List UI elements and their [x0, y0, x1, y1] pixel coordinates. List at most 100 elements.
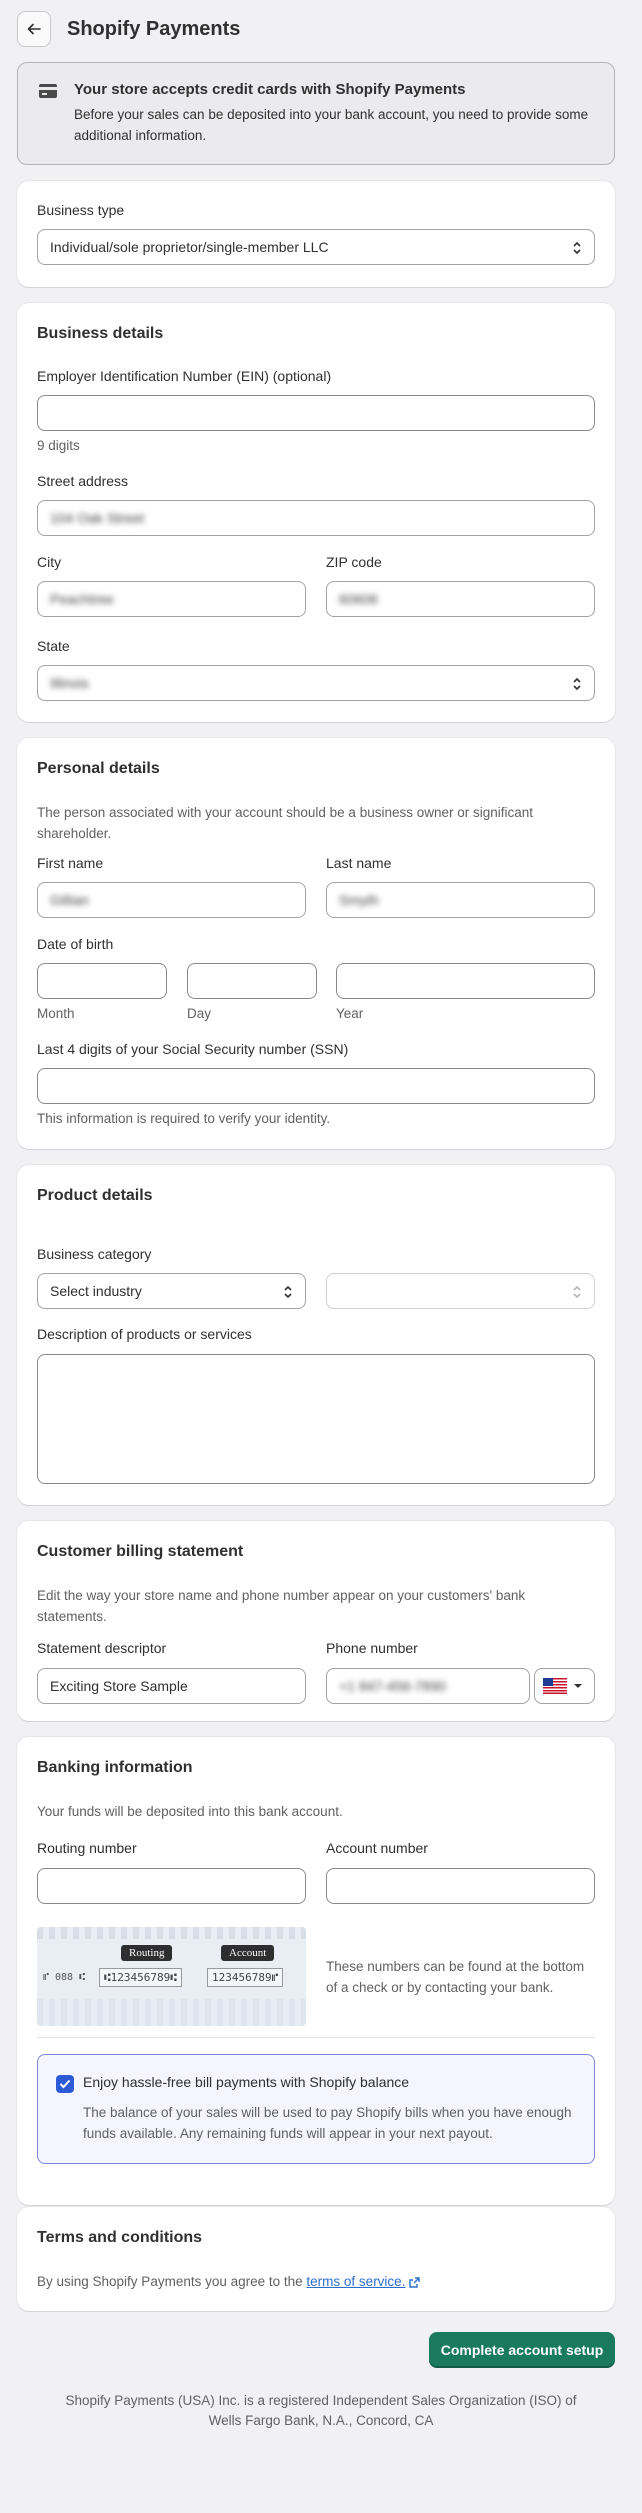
ein-label: Employer Identification Number (EIN) (op… [37, 368, 332, 384]
ssn-label: Last 4 digits of your Social Security nu… [37, 1041, 349, 1057]
zip-value: 60606 [339, 591, 378, 607]
dob-year-help: Year [336, 1006, 364, 1021]
terms-card: Terms and conditions By using Shopify Pa… [17, 2207, 615, 2311]
back-button[interactable] [17, 11, 51, 47]
statement-descriptor-label: Statement descriptor [37, 1640, 167, 1656]
dob-month-help: Month [37, 1006, 75, 1021]
billing-statement-card: Customer billing statement Edit the way … [17, 1521, 615, 1721]
personal-details-title: Personal details [37, 760, 160, 777]
first-name-input[interactable]: Gillian [37, 882, 306, 918]
banner-text: Before your sales can be deposited into … [74, 107, 589, 143]
product-details-card: Product details Business category Select… [17, 1165, 615, 1505]
city-input[interactable]: Peachtree [37, 581, 306, 617]
industry-select[interactable]: Select industry [37, 1273, 306, 1309]
shopify-balance-description: The balance of your sales will be used t… [83, 2105, 572, 2141]
business-type-select[interactable]: Individual/sole proprietor/single-member… [37, 229, 595, 265]
select-arrows-icon [573, 677, 581, 691]
page-header: Shopify Payments [17, 10, 240, 48]
statement-descriptor-input[interactable]: Exciting Store Sample [37, 1668, 306, 1704]
zip-label: ZIP code [326, 554, 382, 570]
shopify-balance-checkbox[interactable] [56, 2075, 74, 2093]
last-name-input[interactable]: Smyth [326, 882, 595, 918]
us-flag-icon [543, 1678, 567, 1694]
billing-statement-title: Customer billing statement [37, 1543, 244, 1560]
zip-input[interactable]: 60606 [326, 581, 595, 617]
check-help: These numbers can be found at the bottom… [326, 1959, 585, 1995]
routing-input[interactable] [37, 1868, 306, 1904]
ssn-input[interactable] [37, 1068, 595, 1104]
account-input[interactable] [326, 1868, 595, 1904]
business-details-title: Business details [37, 325, 164, 342]
billing-statement-description: Edit the way your store name and phone n… [37, 1588, 526, 1624]
dob-label: Date of birth [37, 936, 114, 952]
select-arrows-icon [284, 1285, 292, 1299]
account-label: Account number [326, 1840, 428, 1856]
terms-text-line: By using Shopify Payments you agree to t… [37, 2271, 420, 2292]
personal-details-description: The person associated with your account … [37, 805, 534, 841]
business-type-value: Individual/sole proprietor/single-member… [50, 239, 329, 255]
banner-title: Your store accepts credit cards with Sho… [74, 81, 466, 98]
street-input[interactable]: 104 Oak Street [37, 500, 595, 536]
external-link-icon[interactable] [409, 2277, 420, 2288]
select-arrows-icon [573, 1285, 581, 1299]
products-description-label: Description of products or services [37, 1326, 252, 1342]
state-select[interactable]: Illinois [37, 665, 595, 701]
ssn-help: This information is required to verify y… [37, 1111, 331, 1126]
check-account-digits: 123456789⑈ [207, 1968, 284, 1987]
phone-input[interactable]: +1 847-456-7890 [326, 1668, 530, 1704]
page-title: Shopify Payments [67, 17, 241, 40]
dob-day-input[interactable] [187, 963, 317, 999]
statement-descriptor-value: Exciting Store Sample [50, 1678, 188, 1694]
dob-month-input[interactable] [37, 963, 167, 999]
check-account-tag: Account [221, 1945, 275, 1961]
shopify-balance-option: Enjoy hassle-free bill payments with Sho… [37, 2054, 595, 2164]
check-prefix: ⑈ 088 ⑆ [43, 1972, 86, 1983]
terms-of-service-link[interactable]: terms of service. [306, 2274, 405, 2289]
dob-year-input[interactable] [336, 963, 595, 999]
check-illustration: Routing Account ⑈ 088 ⑆ ⑆123456789⑆ 1234… [37, 1927, 306, 2026]
industry-value: Select industry [50, 1283, 142, 1299]
products-description-textarea[interactable] [37, 1354, 595, 1484]
last-name-label: Last name [326, 855, 392, 871]
banking-description: Your funds will be deposited into this b… [37, 1804, 343, 1819]
checkmark-icon [59, 2079, 71, 2089]
first-name-value: Gillian [50, 892, 89, 908]
chevron-down-icon [574, 1684, 582, 1688]
info-banner: Your store accepts credit cards with Sho… [17, 62, 615, 165]
state-value: Illinois [50, 675, 89, 691]
last-name-value: Smyth [339, 892, 379, 908]
city-value: Peachtree [50, 591, 114, 607]
street-value: 104 Oak Street [50, 510, 145, 526]
business-type-label: Business type [37, 202, 125, 218]
back-arrow-icon [27, 23, 41, 35]
first-name-label: First name [37, 855, 104, 871]
check-routing-tag: Routing [121, 1945, 173, 1961]
routing-label: Routing number [37, 1840, 137, 1856]
ein-input[interactable] [37, 395, 595, 431]
banking-card: Banking information Your funds will be d… [17, 1737, 615, 2205]
credit-card-icon [39, 84, 57, 98]
shopify-balance-label: Enjoy hassle-free bill payments with Sho… [83, 2074, 410, 2090]
personal-details-card: Personal details The person associated w… [17, 738, 615, 1149]
category-select[interactable] [326, 1273, 595, 1309]
complete-account-setup-button[interactable]: Complete account setup [429, 2332, 615, 2368]
street-label: Street address [37, 473, 129, 489]
product-details-title: Product details [37, 1187, 153, 1204]
terms-title: Terms and conditions [37, 2229, 203, 2246]
phone-value: +1 847-456-7890 [339, 1678, 447, 1694]
divider [37, 2037, 595, 2038]
city-label: City [37, 554, 62, 570]
country-select[interactable] [534, 1668, 595, 1704]
terms-text: By using Shopify Payments you agree to t… [37, 2274, 303, 2289]
state-label: State [37, 638, 70, 654]
business-type-card: Business type Individual/sole proprietor… [17, 181, 615, 287]
dob-day-help: Day [187, 1006, 212, 1021]
legal-footer: Shopify Payments (USA) Inc. is a registe… [65, 2393, 577, 2428]
business-category-label: Business category [37, 1246, 152, 1262]
ein-help: 9 digits [37, 438, 80, 453]
phone-label: Phone number [326, 1640, 418, 1656]
check-routing-digits: ⑆123456789⑆ [99, 1968, 182, 1987]
banking-title: Banking information [37, 1759, 193, 1776]
business-details-card: Business details Employer Identification… [17, 303, 615, 722]
select-arrows-icon [573, 241, 581, 255]
